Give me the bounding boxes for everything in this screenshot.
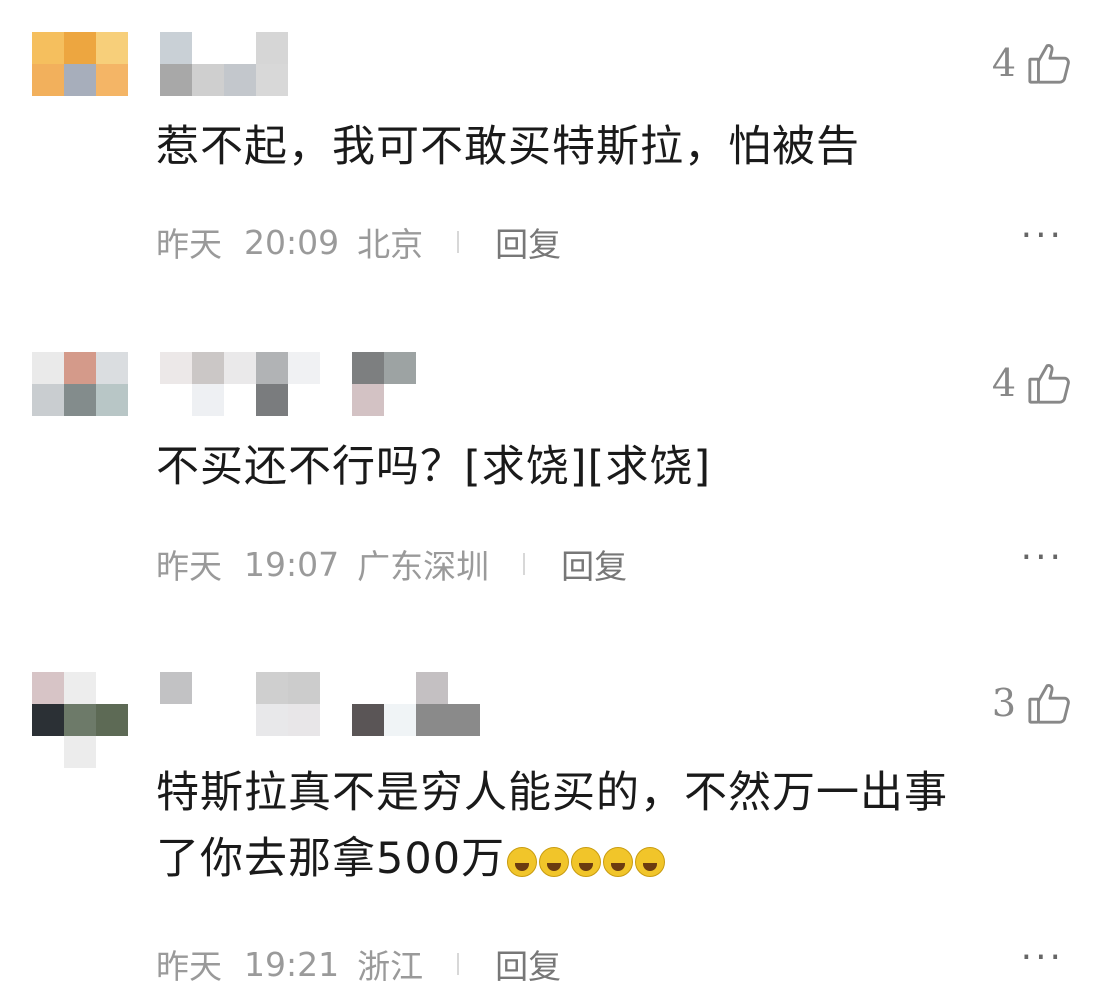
username-pixel xyxy=(160,64,192,96)
avatar[interactable] xyxy=(32,352,128,416)
username-pixel xyxy=(224,352,256,384)
username-pixel xyxy=(160,672,192,704)
comment-meta: 昨天 20:09 北京 回复 xyxy=(156,218,561,266)
avatar-pixel xyxy=(64,736,96,768)
laughing-crying-emoji xyxy=(635,846,666,877)
username-pixel xyxy=(384,704,416,736)
avatar-pixel xyxy=(96,64,128,96)
like-button[interactable]: 4 xyxy=(992,40,1072,86)
username-pixel xyxy=(448,704,480,736)
laughing-crying-emoji xyxy=(507,846,538,877)
avatar-pixel xyxy=(64,704,96,736)
avatar-pixel xyxy=(32,704,64,736)
username-pixel xyxy=(256,384,288,416)
avatar-pixel xyxy=(96,736,128,768)
more-options-icon[interactable]: ··· xyxy=(1021,218,1064,254)
avatar-pixel xyxy=(32,32,64,64)
comment-location: 北京 xyxy=(357,225,424,264)
username-pixel xyxy=(192,352,224,384)
divider xyxy=(457,953,460,975)
like-count: 4 xyxy=(991,361,1016,405)
avatar-pixel xyxy=(96,384,128,416)
like-button[interactable]: 3 xyxy=(992,680,1072,726)
emoji-row xyxy=(505,834,666,884)
reply-button[interactable]: 回复 xyxy=(495,940,561,988)
username-pixel xyxy=(352,704,384,736)
avatar-pixel xyxy=(32,352,64,384)
reply-button[interactable]: 回复 xyxy=(495,218,561,266)
comment-text: 不买还不行吗？[求饶][求饶] xyxy=(156,442,712,492)
username-pixel xyxy=(352,384,384,416)
username-pixel xyxy=(160,32,192,64)
laughing-crying-emoji xyxy=(539,846,570,877)
avatar-pixel xyxy=(64,32,96,64)
avatar-pixel xyxy=(96,672,128,704)
reply-button[interactable]: 回复 xyxy=(561,540,627,588)
avatar-pixel xyxy=(96,32,128,64)
thumbs-up-icon xyxy=(1028,684,1070,724)
comment-time: 19:07 xyxy=(244,544,340,584)
comment-day: 昨天 xyxy=(156,547,222,586)
avatar-pixel xyxy=(64,672,96,704)
comment-day: 昨天 xyxy=(156,947,222,986)
username-pixel xyxy=(256,704,288,736)
username-pixel xyxy=(288,672,320,704)
comment-text-line-2: 了你去那拿500万 xyxy=(156,830,666,888)
comment-location: 浙江 xyxy=(357,947,424,986)
username-pixel xyxy=(256,64,288,96)
more-options-icon[interactable]: ··· xyxy=(1021,540,1064,576)
thumbs-up-icon xyxy=(1028,364,1070,404)
divider xyxy=(523,553,526,575)
username-pixel xyxy=(416,704,448,736)
avatar-pixel xyxy=(64,352,96,384)
username-pixel xyxy=(256,32,288,64)
comment-meta: 昨天 19:07 广东深圳 回复 xyxy=(156,540,627,588)
avatar-pixel xyxy=(32,672,64,704)
avatar-pixel xyxy=(64,64,96,96)
avatar-pixel xyxy=(64,384,96,416)
username-pixel xyxy=(256,672,288,704)
username-pixel xyxy=(160,352,192,384)
comment-day: 昨天 xyxy=(156,225,222,264)
comment-text: 惹不起，我可不敢买特斯拉，怕被告 xyxy=(156,122,860,172)
comment-time: 20:09 xyxy=(244,222,340,262)
more-options-icon[interactable]: ··· xyxy=(1021,940,1064,976)
username-pixel xyxy=(256,352,288,384)
comment-time: 19:21 xyxy=(244,944,340,984)
like-count: 4 xyxy=(991,41,1016,85)
laughing-crying-emoji xyxy=(571,846,602,877)
username-pixel xyxy=(352,352,384,384)
comment-text-line-1: 特斯拉真不是穷人能买的，不然万一出事 xyxy=(156,768,948,818)
username-pixel xyxy=(192,64,224,96)
username-pixel xyxy=(224,64,256,96)
like-button[interactable]: 4 xyxy=(992,360,1072,406)
avatar[interactable] xyxy=(32,672,128,768)
username-pixel xyxy=(192,384,224,416)
username-pixel xyxy=(288,704,320,736)
username-pixel xyxy=(288,352,320,384)
comment-text-line-2-text: 了你去那拿500万 xyxy=(156,834,506,884)
like-count: 3 xyxy=(991,681,1016,725)
username-pixel xyxy=(416,672,448,704)
laughing-crying-emoji xyxy=(603,846,634,877)
avatar-pixel xyxy=(96,352,128,384)
avatar-pixel xyxy=(32,736,64,768)
comment-meta: 昨天 19:21 浙江 回复 xyxy=(156,940,561,988)
username-pixel xyxy=(384,352,416,384)
avatar-pixel xyxy=(96,704,128,736)
avatar-pixel xyxy=(32,64,64,96)
avatar[interactable] xyxy=(32,32,128,96)
avatar-pixel xyxy=(32,384,64,416)
comment-location: 广东深圳 xyxy=(357,547,490,586)
divider xyxy=(457,231,460,253)
thumbs-up-icon xyxy=(1028,44,1070,84)
